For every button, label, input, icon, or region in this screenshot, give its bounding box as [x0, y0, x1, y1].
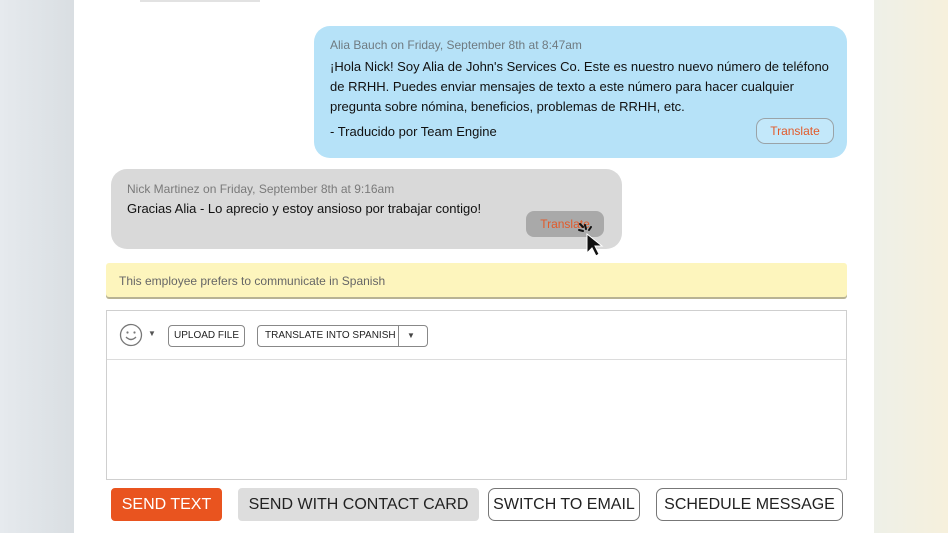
send-text-button[interactable]: SEND TEXT	[111, 488, 222, 521]
chevron-down-icon[interactable]: ▼	[407, 326, 415, 346]
pointer-cursor-icon	[578, 223, 604, 257]
divider	[140, 0, 260, 2]
smiley-icon[interactable]	[119, 323, 143, 347]
message-composer: ▼ UPLOAD FILE TRANSLATE INTO SPANISH ▼	[106, 310, 847, 480]
translate-language-select[interactable]: TRANSLATE INTO SPANISH ▼	[257, 325, 428, 347]
message-text: ¡Hola Nick! Soy Alia de John's Services …	[330, 59, 829, 114]
send-with-contact-card-button[interactable]: SEND WITH CONTACT CARD	[238, 488, 479, 521]
chevron-down-icon[interactable]: ▼	[148, 329, 156, 338]
language-preference-notice: This employee prefers to communicate in …	[106, 263, 847, 297]
message-meta: Nick Martinez on Friday, September 8th a…	[127, 182, 395, 196]
message-meta: Alia Bauch on Friday, September 8th at 8…	[330, 38, 582, 52]
translate-select-value: TRANSLATE INTO SPANISH	[265, 330, 396, 341]
upload-file-button[interactable]: UPLOAD FILE	[168, 325, 245, 347]
incoming-message-bubble: Nick Martinez on Friday, September 8th a…	[111, 169, 622, 249]
switch-to-email-button[interactable]: SWITCH TO EMAIL	[488, 488, 640, 521]
select-divider	[398, 326, 399, 346]
outgoing-message-bubble: Alia Bauch on Friday, September 8th at 8…	[314, 26, 847, 158]
message-text: Gracias Alia - Lo aprecio y estoy ansios…	[127, 201, 482, 216]
translate-button[interactable]: Translate	[756, 118, 834, 144]
composer-toolbar: ▼ UPLOAD FILE TRANSLATE INTO SPANISH ▼	[107, 311, 846, 360]
notice-text: This employee prefers to communicate in …	[119, 274, 386, 288]
schedule-message-button[interactable]: SCHEDULE MESSAGE	[656, 488, 843, 521]
message-input[interactable]	[107, 360, 846, 479]
translation-signature: - Traducido por Team Engine	[330, 124, 497, 139]
